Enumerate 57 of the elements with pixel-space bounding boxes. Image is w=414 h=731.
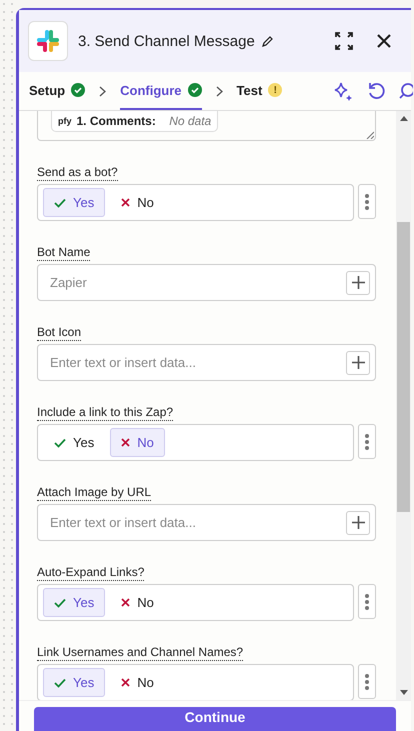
field-label: Auto-Expand Links? [37, 565, 144, 581]
vertical-dots-icon [365, 434, 369, 450]
comments-field[interactable]: pfy 1. Comments: No data [37, 111, 376, 141]
vertical-dots-icon [365, 594, 369, 610]
option-button[interactable]: Yes [43, 588, 106, 617]
chevron-icon [216, 86, 223, 96]
plus-icon [352, 276, 364, 289]
chevron-icon [99, 86, 106, 96]
step-tab[interactable]: Setup [29, 72, 86, 110]
scroll-down-icon[interactable] [400, 690, 408, 695]
text-input-field[interactable]: Enter text or insert data... [37, 344, 376, 381]
more-options-button[interactable] [358, 424, 376, 459]
field-label: Bot Name [37, 245, 90, 261]
scroll-up-icon[interactable] [400, 116, 408, 121]
sparkle-icon[interactable] [333, 81, 353, 101]
more-options-button[interactable] [358, 184, 376, 219]
text-input[interactable]: Enter text or insert data... [48, 514, 346, 531]
scroll-thumb[interactable] [397, 222, 410, 512]
option-button[interactable]: No [110, 188, 165, 217]
search-icon[interactable] [399, 82, 413, 100]
option-button[interactable]: No [110, 668, 165, 697]
option-button[interactable]: Yes [43, 188, 106, 217]
option-button[interactable]: No [110, 588, 165, 617]
field-label: Attach Image by URL [37, 485, 152, 501]
close-icon[interactable] [377, 34, 391, 48]
field-label: Include a link to this Zap? [37, 405, 174, 421]
resize-grip-icon[interactable] [366, 131, 374, 139]
expand-icon[interactable] [335, 32, 353, 50]
insert-data-button[interactable] [346, 270, 370, 294]
insert-data-button[interactable] [346, 510, 370, 534]
app-logo-icon: pfy [58, 116, 72, 126]
continue-button[interactable]: Continue [34, 707, 396, 731]
data-pill[interactable]: pfy 1. Comments: No data [51, 111, 218, 132]
step-tab[interactable]: Test ! [236, 72, 282, 110]
text-input-field[interactable]: Enter text or insert data... [37, 504, 376, 541]
vertical-dots-icon [365, 674, 369, 690]
text-input[interactable]: Enter text or insert data... [48, 354, 346, 371]
vertical-dots-icon [365, 194, 369, 210]
plus-icon [352, 516, 364, 529]
field-label: Send as a bot? [37, 165, 118, 181]
option-button[interactable]: No [110, 428, 165, 457]
insert-data-button[interactable] [346, 350, 370, 374]
pencil-icon[interactable] [260, 34, 274, 48]
option-button[interactable]: Yes [43, 668, 106, 697]
text-input-field[interactable]: Zapier [37, 264, 376, 301]
undo-icon[interactable] [367, 82, 385, 100]
option-button[interactable]: Yes [43, 428, 106, 457]
plus-icon [352, 356, 364, 369]
scrollbar[interactable] [396, 111, 411, 700]
more-options-button[interactable] [358, 664, 376, 699]
app-logo-icon [28, 21, 68, 61]
step-title: 3. Send Channel Message [78, 32, 255, 50]
field-label: Bot Icon [37, 325, 82, 341]
text-input[interactable]: Zapier [48, 274, 346, 291]
warning-badge: ! [268, 83, 282, 97]
more-options-button[interactable] [358, 584, 376, 619]
field-label: Link Usernames and Channel Names? [37, 645, 244, 661]
